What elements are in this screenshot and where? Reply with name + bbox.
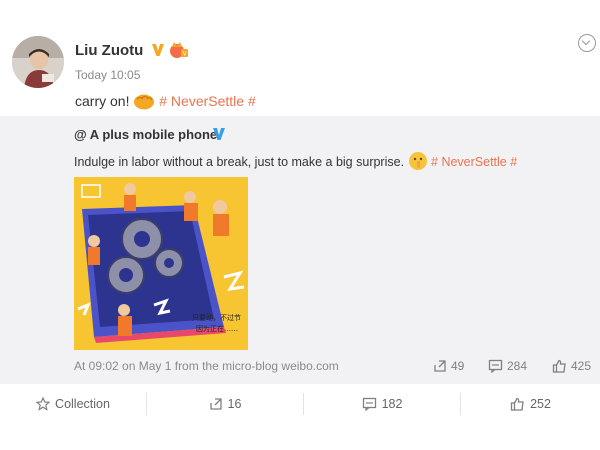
repost-button[interactable]: 16 [147, 384, 303, 424]
collection-label: Collection [55, 397, 110, 411]
post-text: carry on! # NeverSettle # [75, 92, 256, 113]
post-text-content: carry on! [75, 93, 130, 110]
repost-image[interactable]: 只要动，不过节 因为正在…… [74, 177, 248, 350]
repost-text: Indulge in labor without a break, just t… [74, 151, 517, 174]
repost-icon [434, 360, 446, 372]
repost-button-count: 16 [227, 397, 242, 411]
comment-button-count: 182 [381, 397, 403, 411]
thumbs-up-icon [510, 397, 524, 411]
image-caption-line2: 因为正在…… [196, 324, 238, 333]
member-badge-icon[interactable]: V [169, 41, 189, 59]
like-button[interactable]: 252 [461, 384, 600, 424]
verified-v-icon [151, 42, 165, 58]
repost-author[interactable]: @ A plus mobile phone [74, 127, 217, 142]
chevron-down-circle-icon[interactable] [578, 34, 596, 52]
verified-v-icon [212, 126, 226, 142]
fist-emoji-icon [133, 92, 155, 113]
collection-button[interactable]: Collection [0, 384, 146, 424]
comment-icon [362, 397, 376, 411]
repost-meta[interactable]: At 09:02 on May 1 from the micro-blog we… [74, 359, 339, 373]
like-count: 425 [571, 359, 592, 373]
comment-icon [488, 359, 503, 374]
repost-hashtag[interactable]: # NeverSettle # [431, 155, 517, 169]
username[interactable]: Liu Zuotu [75, 42, 143, 59]
shush-emoji-icon [408, 151, 428, 174]
post-hashtag[interactable]: # NeverSettle # [159, 93, 256, 109]
avatar[interactable] [12, 36, 64, 88]
post-timestamp[interactable]: Today 10:05 [75, 68, 140, 82]
weibo-post: Liu Zuotu V Today 10:05 carry on! # Neve… [0, 0, 600, 450]
repost-icon [209, 398, 222, 410]
star-icon [36, 397, 51, 411]
repost-stat-likes[interactable]: 425 [552, 359, 591, 373]
thumbs-up-icon [552, 359, 566, 373]
repost-count: 49 [451, 359, 465, 373]
repost-text-content: Indulge in labor without a break, just t… [74, 154, 405, 169]
comment-button[interactable]: 182 [304, 384, 460, 424]
like-button-count: 252 [530, 397, 551, 411]
image-caption-line1: 只要动，不过节 [192, 313, 241, 322]
repost-box[interactable]: @ A plus mobile phone Indulge in labor w… [0, 116, 600, 384]
comment-count: 284 [507, 359, 528, 373]
post-action-bar: Collection 16 182 252 [0, 384, 600, 424]
repost-stat-reposts[interactable]: 49 [433, 359, 464, 373]
repost-stat-comments[interactable]: 284 [488, 359, 528, 374]
